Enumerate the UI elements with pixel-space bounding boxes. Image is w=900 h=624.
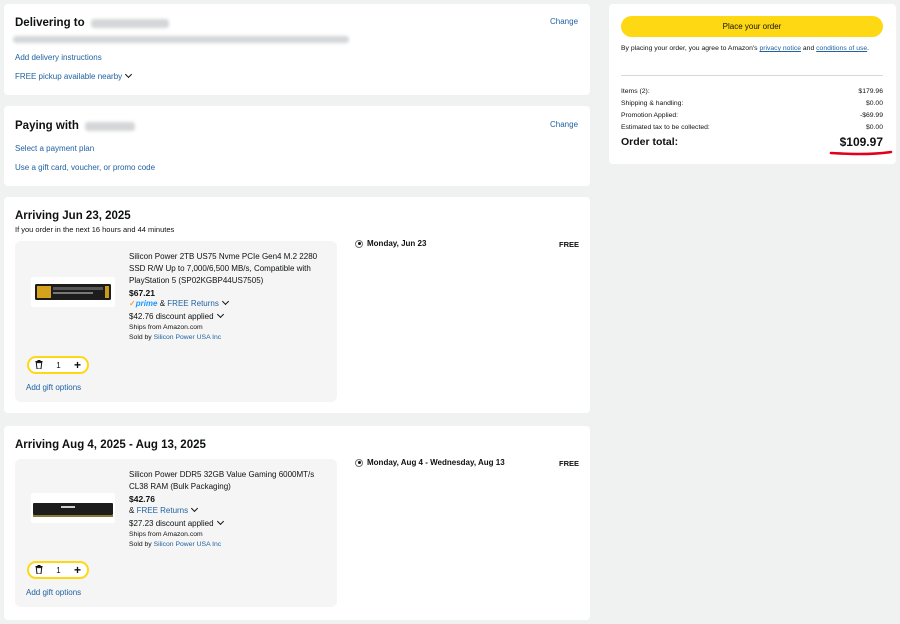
arriving-date: Arriving Aug 4, 2025 - Aug 13, 2025 [15,439,206,451]
delivery-option-date: Monday, Jun 23 [367,239,427,248]
summary-value: $179.96 [858,87,883,95]
agreement-text: By placing your order, you agree to Amaz… [621,44,883,54]
product-image[interactable] [31,277,115,307]
place-order-button[interactable]: Place your order [621,16,883,37]
product-title[interactable]: Silicon Power DDR5 32GB Value Gaming 600… [129,469,329,493]
add-gift-options-link[interactable]: Add gift options [26,383,81,392]
trash-icon[interactable] [35,564,43,576]
summary-value: $0.00 [865,123,883,131]
redacted-card [85,122,136,132]
ram-image [33,503,113,517]
summary-label: Estimated tax to be collected: [621,123,710,131]
seller-link[interactable]: Silicon Power USA Inc [154,541,222,548]
chevron-down-icon [191,504,199,513]
product-title[interactable]: Silicon Power 2TB US75 Nvme PCIe Gen4 M.… [129,251,329,287]
payment-section: Paying with Change Select a payment plan… [4,106,590,186]
summary-value: $0.00 [865,99,883,107]
payment-change-link[interactable]: Change [550,120,578,129]
sold-by: Sold by Silicon Power USA Inc [129,334,329,341]
quantity-stepper: 1 + [27,561,89,579]
chevron-down-icon [125,70,133,79]
product-price: $42.76 [129,494,155,504]
conditions-of-use-link[interactable]: conditions of use [816,45,867,52]
delivery-option-price: FREE [559,240,580,249]
sold-by-label: Sold by [129,541,152,548]
ships-from: Ships from Amazon.com [129,531,203,538]
trash-icon[interactable] [35,359,43,371]
prime-check-icon: ✓ [129,299,136,308]
order-total-label: Order total: [621,136,679,148]
summary-value: -$69.99 [859,111,883,119]
add-gift-options-link[interactable]: Add gift options [26,588,81,597]
summary-row: Estimated tax to be collected: $0.00 [621,121,883,133]
agreement-and: and [802,45,815,52]
quantity-value: 1 [56,565,61,575]
discount-row[interactable]: $27.23 discount applied [129,517,329,528]
plus-icon[interactable]: + [74,359,81,371]
summary-label: Promotion Applied: [621,111,679,119]
discount-text: $42.76 discount applied [129,312,214,321]
prime-badge: prime [135,299,158,308]
chevron-down-icon [216,517,224,526]
summary-row: Promotion Applied: -$69.99 [621,109,883,121]
gift-card-promo-link[interactable]: Use a gift card, voucher, or promo code [15,163,155,172]
select-payment-plan-link[interactable]: Select a payment plan [15,144,94,153]
radio-selected-icon [355,458,363,467]
ssd-image [35,284,111,300]
delivery-option[interactable]: Monday, Aug 4 - Wednesday, Aug 13 [355,458,505,467]
delivery-title: Delivering to [15,17,85,29]
delivery-option-price: FREE [559,459,580,468]
payment-title: Paying with [15,120,79,132]
returns-row[interactable]: & FREE Returns [129,504,329,515]
item-box: Silicon Power DDR5 32GB Value Gaming 600… [15,459,337,607]
pickup-label: FREE pickup available nearby [15,72,123,81]
free-returns-link: FREE Returns [136,506,189,515]
discount-row[interactable]: $42.76 discount applied [129,310,329,321]
red-underline-annotation [829,150,893,156]
summary-row: Shipping & handling: $0.00 [621,97,883,109]
product-price: $67.21 [129,288,155,298]
product-image[interactable] [31,493,115,523]
order-total-value: $109.97 [839,135,883,149]
radio-selected-icon [355,239,363,248]
ships-from: Ships from Amazon.com [129,324,203,331]
summary-label: Items (2): [621,87,650,95]
prime-returns-row[interactable]: ✓prime & FREE Returns [129,297,329,308]
ampersand: & [129,506,137,515]
shipment-card: Arriving Aug 4, 2025 - Aug 13, 2025 Sili… [4,426,590,620]
delivery-section: Delivering to Change Add delivery instru… [4,4,590,95]
shipment-card: Arriving Jun 23, 2025 If you order in th… [4,197,590,413]
plus-icon[interactable]: + [74,564,81,576]
sold-by-label: Sold by [129,334,152,341]
agreement-period: . [867,45,870,52]
delivery-change-link[interactable]: Change [550,17,578,26]
order-total-row: Order total: $109.97 [621,135,883,149]
pickup-toggle[interactable]: FREE pickup available nearby [15,70,133,81]
summary-rows: Items (2): $179.96 Shipping & handling: $0… [621,85,883,133]
arriving-date: Arriving Jun 23, 2025 [15,210,131,222]
free-returns-link: FREE Returns [167,299,219,308]
summary-divider [621,75,883,76]
item-box: Silicon Power 2TB US75 Nvme PCIe Gen4 M.… [15,241,337,402]
add-delivery-instructions-link[interactable]: Add delivery instructions [15,53,102,62]
privacy-notice-link[interactable]: privacy notice [759,45,801,52]
agreement-prefix: By placing your order, you agree to Amaz… [621,45,758,52]
delivery-option-date: Monday, Aug 4 - Wednesday, Aug 13 [367,458,505,467]
chevron-down-icon [221,297,229,306]
quantity-value: 1 [56,360,61,370]
order-within-note: If you order in the next 16 hours and 44… [15,225,175,234]
summary-label: Shipping & handling: [621,99,684,107]
seller-link[interactable]: Silicon Power USA Inc [154,334,222,341]
sold-by: Sold by Silicon Power USA Inc [129,541,329,548]
discount-text: $27.23 discount applied [129,519,214,528]
redacted-address [13,35,349,44]
quantity-stepper: 1 + [27,356,89,374]
delivery-option[interactable]: Monday, Jun 23 [355,239,426,248]
redacted-name [90,19,169,29]
order-summary: Place your order By placing your order, … [609,4,896,164]
chevron-down-icon [216,310,224,319]
summary-row: Items (2): $179.96 [621,85,883,97]
